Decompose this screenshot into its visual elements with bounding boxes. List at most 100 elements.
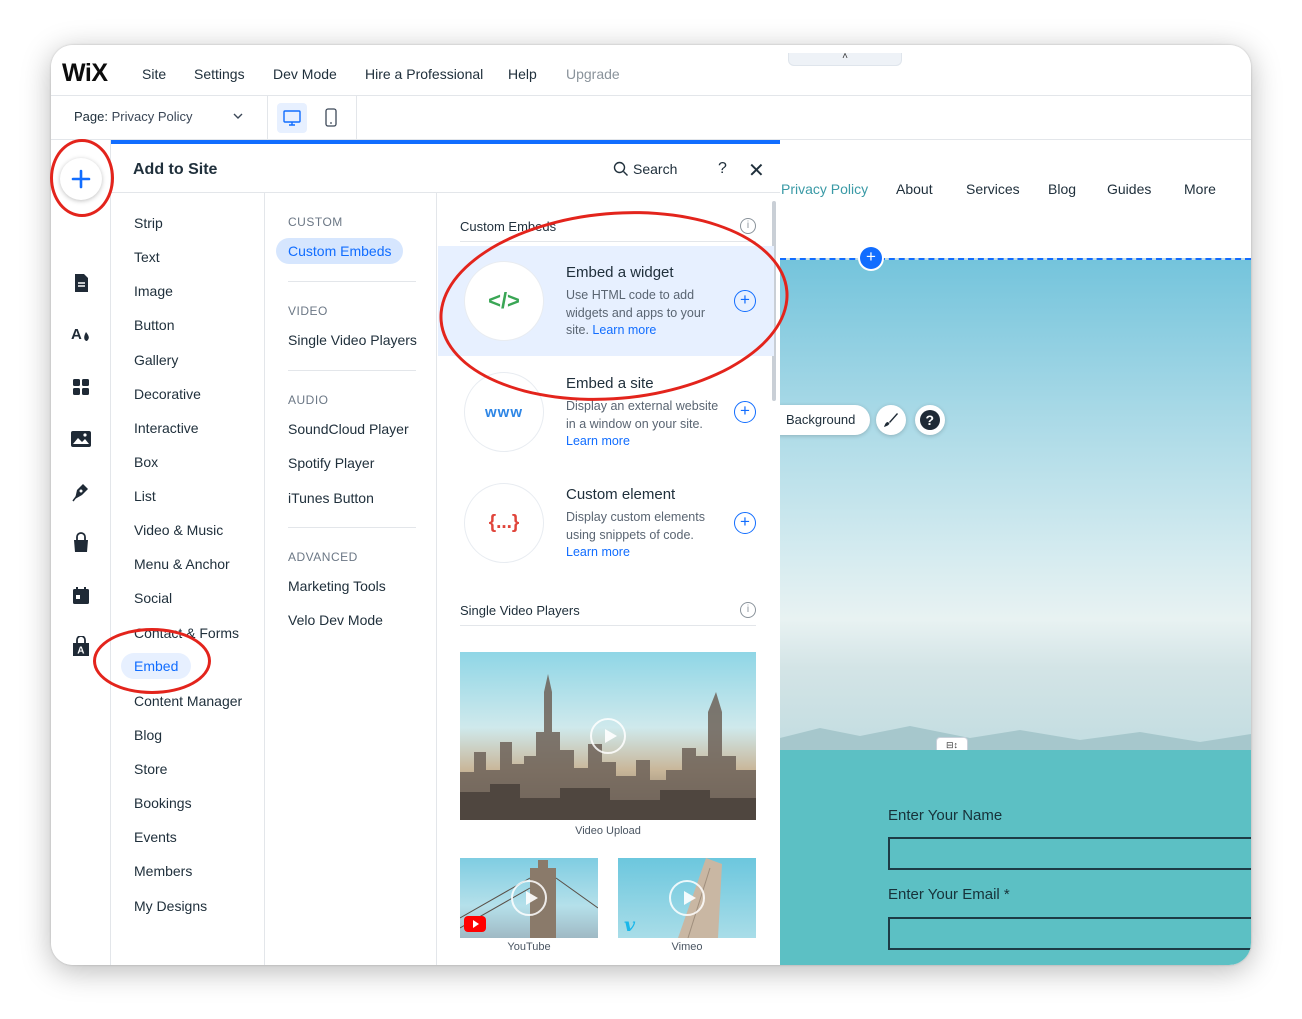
mobile-icon	[325, 108, 337, 127]
site-nav-item-blog[interactable]: Blog	[1048, 181, 1076, 197]
subcategory-item[interactable]: iTunes Button	[288, 490, 374, 506]
subcategory-item[interactable]: Velo Dev Mode	[288, 612, 383, 628]
category-item[interactable]: Gallery	[134, 352, 178, 368]
subcategory-item[interactable]: Marketing Tools	[288, 578, 386, 594]
add-elements-button[interactable]	[60, 158, 102, 200]
category-item[interactable]: Image	[134, 283, 173, 299]
search-icon[interactable]	[613, 161, 629, 177]
page-label: Page:	[74, 109, 108, 124]
bookings-button[interactable]	[67, 581, 95, 609]
embed-widget-card[interactable]: </> Embed a widget Use HTML code to add …	[438, 246, 774, 356]
menu-upgrade[interactable]: Upgrade	[566, 66, 620, 82]
help-icon[interactable]: ?	[718, 160, 727, 178]
subcategory-item[interactable]: Single Video Players	[288, 332, 417, 348]
desktop-view-button[interactable]	[277, 103, 307, 133]
menu-help[interactable]: Help	[508, 66, 537, 82]
mobile-view-button[interactable]	[316, 103, 346, 133]
subcategory-custom-embeds[interactable]: Custom Embeds	[276, 238, 404, 264]
collapse-toolbar-tab[interactable]: ˄	[788, 52, 902, 66]
help-button[interactable]: ?	[915, 405, 945, 435]
vimeo-thumbnail[interactable]: v	[618, 858, 756, 938]
card-description-text: Display an external website in a window …	[566, 399, 719, 431]
chevron-down-icon[interactable]	[233, 111, 243, 121]
info-icon[interactable]: i	[740, 602, 756, 618]
site-nav-item-privacy-policy[interactable]: Privacy Policy	[781, 181, 868, 197]
background-button[interactable]: Background	[780, 405, 870, 435]
search-button[interactable]: Search	[633, 161, 677, 177]
category-item[interactable]: Contact & Forms	[134, 625, 239, 641]
card-description: Display custom elements using snippets o…	[566, 509, 726, 562]
menu-settings[interactable]: Settings	[194, 66, 245, 82]
category-item[interactable]: Members	[134, 863, 192, 879]
embed-site-card[interactable]: www Embed a site Display an external web…	[438, 357, 774, 467]
card-description: Use HTML code to add widgets and apps to…	[566, 287, 726, 340]
email-input[interactable]	[888, 917, 1251, 950]
add-section-plus-icon[interactable]: +	[860, 247, 882, 269]
name-input[interactable]	[888, 837, 1251, 870]
site-nav-item-more[interactable]: More	[1184, 181, 1216, 197]
category-item[interactable]: Box	[134, 454, 158, 470]
subcategory-list: CUSTOM Custom Embeds VIDEO Single Video …	[266, 193, 437, 965]
media-button[interactable]	[67, 425, 95, 453]
category-item[interactable]: Content Manager	[134, 693, 242, 709]
apps-button[interactable]	[67, 373, 95, 401]
blog-button[interactable]	[67, 477, 95, 505]
element-gallery: Custom Embeds i </> Embed a widget Use H…	[438, 193, 780, 965]
category-item[interactable]: Blog	[134, 727, 162, 743]
page-toolbar: Page: Privacy Policy	[51, 96, 1251, 140]
store-button[interactable]	[67, 529, 95, 557]
info-icon[interactable]: i	[740, 218, 756, 234]
category-item[interactable]: List	[134, 488, 156, 504]
site-nav-item-about[interactable]: About	[896, 181, 933, 197]
subcategory-heading: CUSTOM	[288, 215, 343, 229]
add-plus-icon[interactable]: +	[734, 512, 756, 534]
svg-text:v: v	[624, 914, 636, 934]
pages-button[interactable]	[67, 269, 95, 297]
category-item[interactable]: Video & Music	[134, 522, 223, 538]
category-item[interactable]: Button	[134, 317, 174, 333]
learn-more-link[interactable]: Learn more	[566, 434, 630, 448]
divider	[460, 625, 756, 626]
subcategory-heading: AUDIO	[288, 393, 329, 407]
add-plus-icon[interactable]: +	[734, 290, 756, 312]
category-item[interactable]: Social	[134, 590, 172, 606]
name-field-label: Enter Your Name	[888, 807, 1003, 824]
category-item[interactable]: Menu & Anchor	[134, 556, 230, 572]
design-brush-button[interactable]	[876, 405, 906, 435]
calendar-icon	[73, 587, 89, 604]
close-icon[interactable]: ✕	[748, 158, 765, 183]
app-market-button[interactable]: A	[67, 633, 95, 661]
page-selector[interactable]: Page: Privacy Policy	[74, 109, 193, 124]
pen-nib-icon	[72, 484, 88, 502]
menu-dev-mode[interactable]: Dev Mode	[273, 66, 337, 82]
subcategory-item[interactable]: Spotify Player	[288, 455, 374, 471]
design-button[interactable]: A	[67, 321, 95, 349]
category-item[interactable]: Events	[134, 829, 177, 845]
site-nav-item-services[interactable]: Services	[966, 181, 1020, 197]
category-item[interactable]: Interactive	[134, 420, 199, 436]
category-item[interactable]: Strip	[134, 215, 163, 231]
category-item[interactable]: Text	[134, 249, 160, 265]
add-plus-icon[interactable]: +	[734, 401, 756, 423]
hero-strip[interactable]: Background ?	[780, 258, 1251, 750]
category-item[interactable]: My Designs	[134, 898, 207, 914]
category-item[interactable]: Decorative	[134, 386, 201, 402]
svg-text:A: A	[77, 646, 84, 657]
category-item-embed-active[interactable]: Embed	[121, 653, 192, 679]
category-item[interactable]: Bookings	[134, 795, 192, 811]
learn-more-link[interactable]: Learn more	[566, 545, 630, 559]
page-icon	[75, 274, 88, 292]
desktop-icon	[283, 110, 301, 126]
vimeo-logo-icon: v	[624, 914, 636, 934]
divider	[288, 370, 416, 371]
learn-more-link[interactable]: Learn more	[592, 323, 656, 337]
menu-site[interactable]: Site	[142, 66, 166, 82]
video-upload-thumbnail[interactable]	[460, 652, 756, 820]
custom-element-card[interactable]: {...} Custom element Display custom elem…	[438, 468, 774, 578]
category-item[interactable]: Store	[134, 761, 167, 777]
subcategory-item[interactable]: SoundCloud Player	[288, 421, 409, 437]
menu-hire-professional[interactable]: Hire a Professional	[365, 66, 483, 82]
youtube-thumbnail[interactable]	[460, 858, 598, 938]
thumbnail-caption: Vimeo	[671, 941, 703, 953]
site-nav-item-guides[interactable]: Guides	[1107, 181, 1151, 197]
